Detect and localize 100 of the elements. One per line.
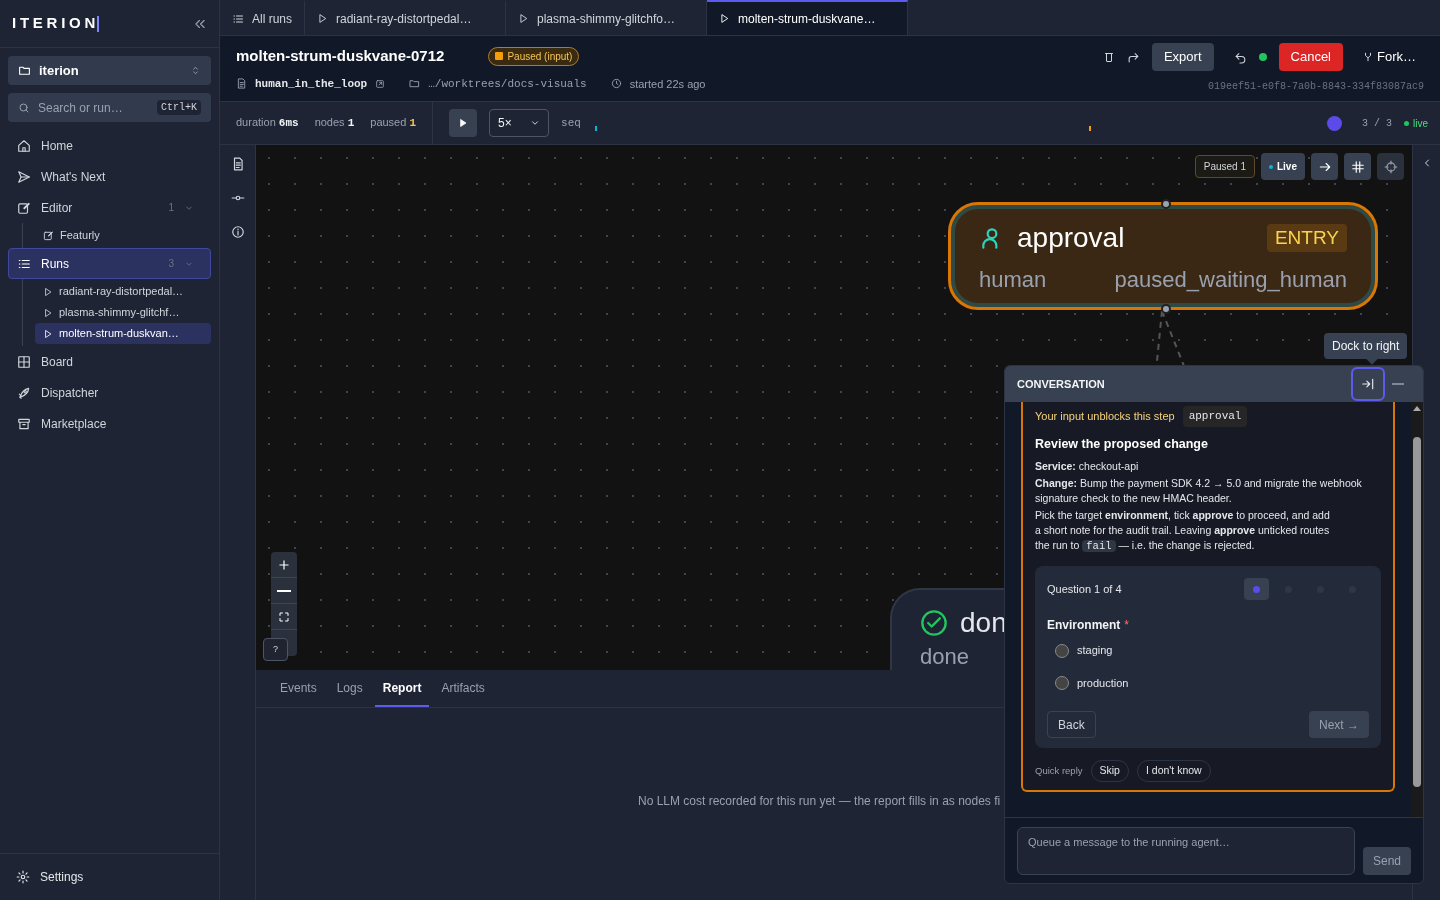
nav-item[interactable]: Runs 3 bbox=[8, 248, 211, 279]
scrollbar-thumb[interactable] bbox=[1413, 437, 1421, 787]
panel-tab[interactable]: Events bbox=[272, 679, 325, 707]
run-tab[interactable]: molten-strum-duskvane… bbox=[707, 0, 908, 35]
card-heading: Review the proposed change bbox=[1035, 435, 1208, 453]
arrow-button[interactable] bbox=[1311, 153, 1338, 180]
check-circle-icon bbox=[920, 609, 948, 637]
unblock-note: Your input unblocks this step bbox=[1035, 409, 1175, 424]
node-type: human bbox=[979, 266, 1047, 294]
chevron-icon bbox=[530, 118, 541, 128]
node-title: approval bbox=[1017, 221, 1126, 255]
undo-icon bbox=[1233, 50, 1247, 64]
nav-item[interactable]: Board bbox=[8, 346, 211, 377]
play-button[interactable] bbox=[449, 109, 478, 137]
seq-label: seq bbox=[561, 115, 581, 131]
radio-button[interactable] bbox=[1055, 643, 1069, 658]
node-type: done bbox=[920, 644, 969, 670]
clock-icon bbox=[610, 78, 622, 90]
live-button[interactable]: Live bbox=[1261, 153, 1305, 180]
nav-subitem[interactable]: Featurly bbox=[35, 225, 211, 246]
nav-subitem[interactable]: molten-strum-duskvan… bbox=[35, 323, 211, 344]
updown-icon bbox=[190, 65, 201, 76]
back-button[interactable]: Back bbox=[1047, 711, 1096, 739]
nav-item[interactable]: Marketplace bbox=[8, 408, 211, 439]
share-icon bbox=[1126, 50, 1140, 64]
nav-item[interactable]: Dispatcher bbox=[8, 377, 211, 408]
help-button[interactable]: ? bbox=[263, 638, 288, 661]
stat-label: duration 6ms bbox=[236, 115, 299, 132]
external-link-icon bbox=[375, 78, 386, 89]
send-button[interactable]: Send bbox=[1362, 847, 1411, 875]
radio-button[interactable] bbox=[1055, 676, 1069, 690]
search-input[interactable]: Search or run… bbox=[38, 98, 149, 117]
play-icon bbox=[518, 13, 529, 24]
event-tick bbox=[595, 126, 598, 131]
connection-handle[interactable] bbox=[1161, 199, 1171, 209]
nav-subitem[interactable]: radiant-ray-distortpedal… bbox=[35, 281, 211, 302]
speed-select[interactable]: 5× bbox=[489, 109, 550, 137]
grid-button[interactable] bbox=[1344, 153, 1371, 180]
center-button[interactable] bbox=[1377, 153, 1404, 180]
home-icon bbox=[17, 138, 31, 153]
search-field[interactable]: Search or run… Ctrl+K bbox=[8, 93, 211, 122]
play-icon bbox=[43, 328, 53, 339]
panel-tab[interactable]: Logs bbox=[328, 679, 371, 707]
position-counter: 3 / 3 bbox=[1361, 116, 1392, 131]
message-input[interactable]: Queue a message to the running agent… bbox=[1017, 827, 1355, 875]
entry-badge: ENTRY bbox=[1266, 223, 1347, 253]
nav-subitem[interactable]: plasma-shimmy-glitchf… bbox=[35, 302, 211, 323]
trash-icon bbox=[1102, 51, 1115, 63]
item-count: 3 bbox=[168, 257, 174, 271]
crosshair-icon bbox=[1383, 159, 1398, 174]
fork-button[interactable]: Fork… bbox=[1355, 43, 1424, 71]
nav-item[interactable]: Editor 1 bbox=[8, 192, 211, 223]
search-icon bbox=[18, 101, 30, 114]
option-label: staging bbox=[1077, 643, 1113, 659]
export-button[interactable]: Export bbox=[1151, 43, 1214, 71]
shortcut-hint: Ctrl+K bbox=[157, 100, 201, 115]
plus-icon bbox=[277, 557, 291, 572]
empty-report-message: No LLM cost recorded for this run yet — the report fills in as nodes fi bbox=[638, 793, 1001, 810]
description-text: Pick the target environment, tick approve to proceed, and add a short note for the audit trail. Leaving approve unticked routes the run to fail — i.e. the change is rejected. bbox=[1035, 508, 1331, 555]
event-tick bbox=[1089, 126, 1092, 131]
start-time: started 22s ago bbox=[629, 76, 706, 92]
item-count: 1 bbox=[168, 201, 174, 215]
required-mark: * bbox=[1124, 617, 1129, 635]
workspace-selector[interactable]: iterion bbox=[8, 56, 211, 85]
send-icon bbox=[17, 169, 31, 184]
edit-icon bbox=[17, 200, 31, 215]
settings-link[interactable]: Settings bbox=[16, 868, 84, 886]
rocket-icon bbox=[17, 385, 31, 400]
workflow-name: human_in_the_loop bbox=[255, 76, 368, 92]
paused-count-badge: Paused 1 bbox=[1194, 155, 1255, 178]
run-id: 019eef51-e0f8-7a0b-8843-334f83087ac9 bbox=[1207, 80, 1424, 94]
folder-icon bbox=[409, 78, 421, 90]
play-icon bbox=[458, 118, 469, 128]
node-name: approval bbox=[1182, 406, 1248, 427]
status-badge: Paused (input) bbox=[488, 46, 580, 66]
worktree-path: …/worktrees/docs-visuals bbox=[428, 76, 587, 92]
panel-tab[interactable]: Report bbox=[374, 679, 430, 707]
fork-icon bbox=[1363, 52, 1373, 62]
question-counter: Question 1 of 4 bbox=[1047, 582, 1122, 597]
step-indicator[interactable] bbox=[1244, 578, 1269, 601]
hash-icon bbox=[1350, 159, 1365, 174]
next-button[interactable]: Next → bbox=[1309, 711, 1369, 739]
playhead-handle[interactable] bbox=[1326, 115, 1342, 131]
connection-handle[interactable] bbox=[1161, 304, 1171, 314]
node-state: paused_waiting_human bbox=[1114, 266, 1347, 294]
dock-right-icon bbox=[1361, 377, 1375, 391]
field-label: Environment bbox=[1047, 617, 1121, 635]
nav-item[interactable]: What's Next bbox=[8, 161, 211, 192]
minus-icon bbox=[277, 589, 291, 592]
live-indicator: live bbox=[1404, 115, 1428, 131]
nav-item[interactable]: Home bbox=[8, 130, 211, 161]
panel-tab[interactable]: Artifacts bbox=[433, 679, 493, 707]
archive-icon bbox=[17, 416, 31, 431]
stat-label: nodes 1 bbox=[314, 115, 355, 132]
info-icon bbox=[230, 225, 245, 239]
minus-icon bbox=[1392, 383, 1404, 385]
run-title: molten-strum-duskvane-0712 bbox=[236, 46, 445, 66]
cancel-button[interactable]: Cancel bbox=[1278, 43, 1343, 71]
run-tab[interactable]: radiant-ray-distortpedal… bbox=[305, 0, 506, 35]
run-tab[interactable]: All runs bbox=[220, 0, 305, 35]
